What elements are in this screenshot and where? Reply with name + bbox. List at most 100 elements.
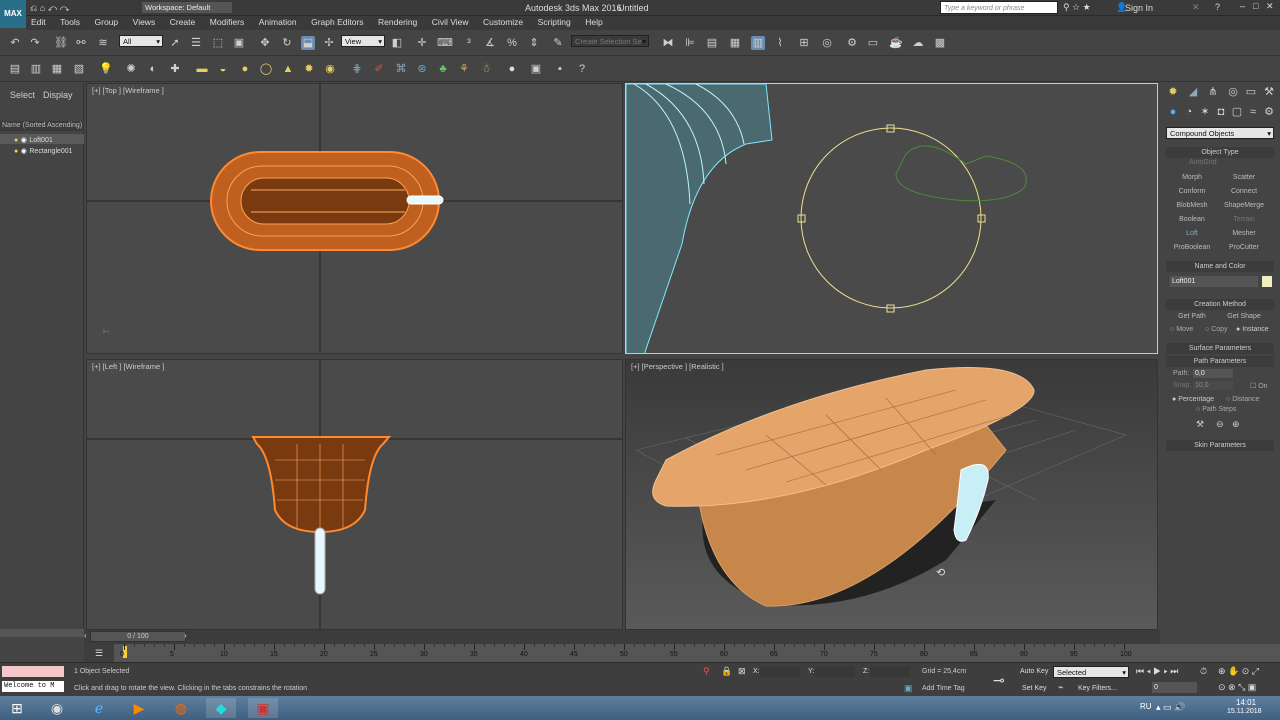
scatter-button[interactable]: Scatter bbox=[1220, 172, 1268, 183]
schematic-view-icon[interactable]: ⊞ bbox=[797, 36, 811, 50]
boolean-button[interactable]: Boolean bbox=[1168, 214, 1216, 225]
rendered-frame-icon[interactable]: ▭ bbox=[866, 36, 880, 50]
select-object-icon[interactable]: ➚ bbox=[168, 36, 182, 50]
category-dropdown[interactable]: Compound Objects bbox=[1166, 127, 1274, 140]
menu-modifiers[interactable]: Modifiers bbox=[205, 16, 249, 28]
mesh-icon[interactable]: ⌘ bbox=[394, 62, 408, 76]
bind-space-warp-icon[interactable]: ≋ bbox=[96, 36, 110, 50]
proboolean-button[interactable]: ProBoolean bbox=[1168, 242, 1216, 253]
menu-create[interactable]: Create bbox=[165, 16, 201, 28]
media-player-icon[interactable]: ▶ bbox=[124, 698, 154, 718]
maxscript-listener[interactable] bbox=[2, 666, 64, 677]
sphere-icon[interactable]: ◒ bbox=[216, 62, 230, 76]
tree-icon[interactable]: ♣ bbox=[436, 62, 450, 76]
menu-graph-editors[interactable]: Graph Editors bbox=[306, 16, 368, 28]
cameras-cat-icon[interactable]: ◘ bbox=[1214, 105, 1228, 119]
ie-icon[interactable]: ℯ bbox=[84, 698, 114, 718]
render-cloud-icon[interactable]: ☁ bbox=[911, 36, 925, 50]
motion-tab-icon[interactable]: ◎ bbox=[1226, 85, 1240, 99]
3dsmax-taskbar-icon[interactable]: ◆ bbox=[206, 698, 236, 718]
maximize-button[interactable]: □ bbox=[1253, 1, 1258, 11]
geometry-icon[interactable]: ● bbox=[1166, 105, 1180, 119]
render-setup-icon[interactable]: ⚙ bbox=[845, 36, 859, 50]
hierarchy-tab-icon[interactable]: ⋔ bbox=[1206, 85, 1220, 99]
scene-explorer-icon[interactable]: ▥ bbox=[751, 36, 765, 50]
viewport-front[interactable] bbox=[625, 83, 1158, 354]
render-icon[interactable]: ☕ bbox=[889, 36, 903, 50]
shapemerge-button[interactable]: ShapeMerge bbox=[1220, 200, 1268, 211]
particles-icon[interactable]: ⚘ bbox=[457, 62, 471, 76]
on-checkbox[interactable]: ☐ On bbox=[1250, 382, 1268, 390]
radio-path-steps[interactable]: ○ Path Steps bbox=[1196, 406, 1236, 413]
freeze-icon[interactable]: ▧ bbox=[72, 62, 86, 76]
settings-icon[interactable]: ▪ bbox=[553, 62, 567, 76]
lock-selection-icon[interactable]: 🔒 bbox=[721, 666, 732, 677]
menu-help[interactable]: Help bbox=[580, 16, 607, 28]
viewport-left[interactable]: [+] [Left ] [Wireframe ] bbox=[86, 359, 623, 630]
viewport-top-label[interactable]: [+] [Top ] [Wireframe ] bbox=[92, 86, 164, 95]
systems-cat-icon[interactable]: ⚙ bbox=[1262, 105, 1276, 119]
curve-editor-icon[interactable]: ⌇ bbox=[773, 36, 787, 50]
conform-button[interactable]: Conform bbox=[1168, 186, 1216, 197]
max-logo[interactable]: MAX bbox=[0, 0, 26, 28]
box-icon[interactable]: ▬ bbox=[195, 62, 209, 76]
object-color-swatch[interactable] bbox=[1262, 276, 1272, 287]
lights-icon[interactable]: 💡 bbox=[99, 62, 113, 76]
rotate-icon[interactable]: ↻ bbox=[280, 36, 294, 50]
terrain-button[interactable]: Terrain bbox=[1220, 214, 1268, 225]
edit-named-sel-icon[interactable]: ✎ bbox=[551, 36, 565, 50]
unlink-icon[interactable]: ⚯ bbox=[74, 36, 88, 50]
menu-animation[interactable]: Animation bbox=[254, 16, 302, 28]
loft-button[interactable]: Loft bbox=[1168, 228, 1216, 239]
mesher-button[interactable]: Mesher bbox=[1220, 228, 1268, 239]
tray-icons[interactable]: ▴ ▭ 🔊 bbox=[1156, 702, 1185, 713]
tab-display[interactable]: Display bbox=[43, 90, 73, 100]
rollout-object-type[interactable]: Object Type bbox=[1166, 147, 1274, 158]
tab-select[interactable]: Select bbox=[10, 90, 35, 100]
keyboard-shortcut-icon[interactable]: ⌨ bbox=[437, 36, 453, 50]
selection-filter-dropdown[interactable]: All bbox=[119, 35, 163, 48]
column-header-name[interactable]: Name (Sorted Ascending) bbox=[0, 121, 84, 131]
layer-manager-icon[interactable]: ▤ bbox=[705, 36, 719, 50]
connect-button[interactable]: Connect bbox=[1220, 186, 1268, 197]
display-tab-icon[interactable]: ▭ bbox=[1244, 85, 1258, 99]
menu-tools[interactable]: Tools bbox=[55, 16, 85, 28]
list-item[interactable]: ● ◉ Rectangle001 bbox=[0, 145, 84, 155]
key-filters-icon[interactable]: ⌁ bbox=[1058, 682, 1063, 693]
playback-controls[interactable]: ⏮ ◂ ▶ ▸ ⏭ bbox=[1136, 666, 1178, 677]
helpers-icon[interactable]: ◐ bbox=[146, 62, 160, 76]
window-crossing-icon[interactable]: ▣ bbox=[232, 36, 246, 50]
scale-icon[interactable]: ⬓ bbox=[301, 36, 315, 50]
set-key-icon[interactable]: ⊸ bbox=[993, 672, 1005, 689]
biped-icon[interactable]: ☃ bbox=[479, 62, 493, 76]
firefox-icon[interactable]: ◍ bbox=[166, 698, 196, 718]
key-filters-button[interactable]: Key Filters... bbox=[1078, 685, 1117, 692]
menu-group[interactable]: Group bbox=[90, 16, 124, 28]
snap-toggle-icon[interactable]: ³ bbox=[462, 36, 476, 50]
auto-key-button[interactable]: Auto Key bbox=[1020, 668, 1048, 675]
named-selection-sets-dropdown[interactable]: Create Selection Se bbox=[571, 35, 649, 48]
rollout-name-color[interactable]: Name and Color bbox=[1166, 261, 1274, 272]
shapes-icon[interactable]: ◔ bbox=[1182, 105, 1196, 119]
spinner-snap-icon[interactable]: ⇕ bbox=[527, 36, 541, 50]
sun-icon[interactable]: ✹ bbox=[302, 62, 316, 76]
absolute-mode-icon[interactable]: ⊠ bbox=[738, 666, 746, 677]
path-spinner[interactable]: 0,0 bbox=[1193, 369, 1233, 378]
radio-instance[interactable]: ● Instance bbox=[1236, 326, 1269, 333]
cone-icon[interactable]: ▲ bbox=[281, 62, 295, 76]
lights-cat-icon[interactable]: ✶ bbox=[1198, 105, 1212, 119]
language-indicator[interactable]: RU bbox=[1140, 702, 1152, 711]
quick-access-icons[interactable]: ⎌ ⌂ ↶ ↷ bbox=[30, 3, 69, 14]
place-icon[interactable]: ✢ bbox=[322, 36, 336, 50]
object-name-field[interactable]: Loft001 bbox=[1170, 276, 1258, 287]
layers-icon[interactable]: ▦ bbox=[50, 62, 64, 76]
pick-shape-icon[interactable]: ⚒ bbox=[1196, 419, 1204, 430]
workspace-dropdown[interactable]: Workspace: Default bbox=[142, 2, 232, 13]
menu-civil-view[interactable]: Civil View bbox=[427, 16, 474, 28]
move-icon[interactable]: ✥ bbox=[258, 36, 272, 50]
time-slider-thumb[interactable]: 0 / 100 bbox=[90, 631, 186, 642]
isolate-icon[interactable]: ⚲ bbox=[703, 666, 710, 677]
infocenter-icons[interactable]: ⚲ ☆ ★ bbox=[1063, 2, 1091, 13]
set-key-button[interactable]: Set Key bbox=[1022, 685, 1047, 692]
key-mode-dropdown[interactable]: Selected bbox=[1053, 666, 1129, 679]
